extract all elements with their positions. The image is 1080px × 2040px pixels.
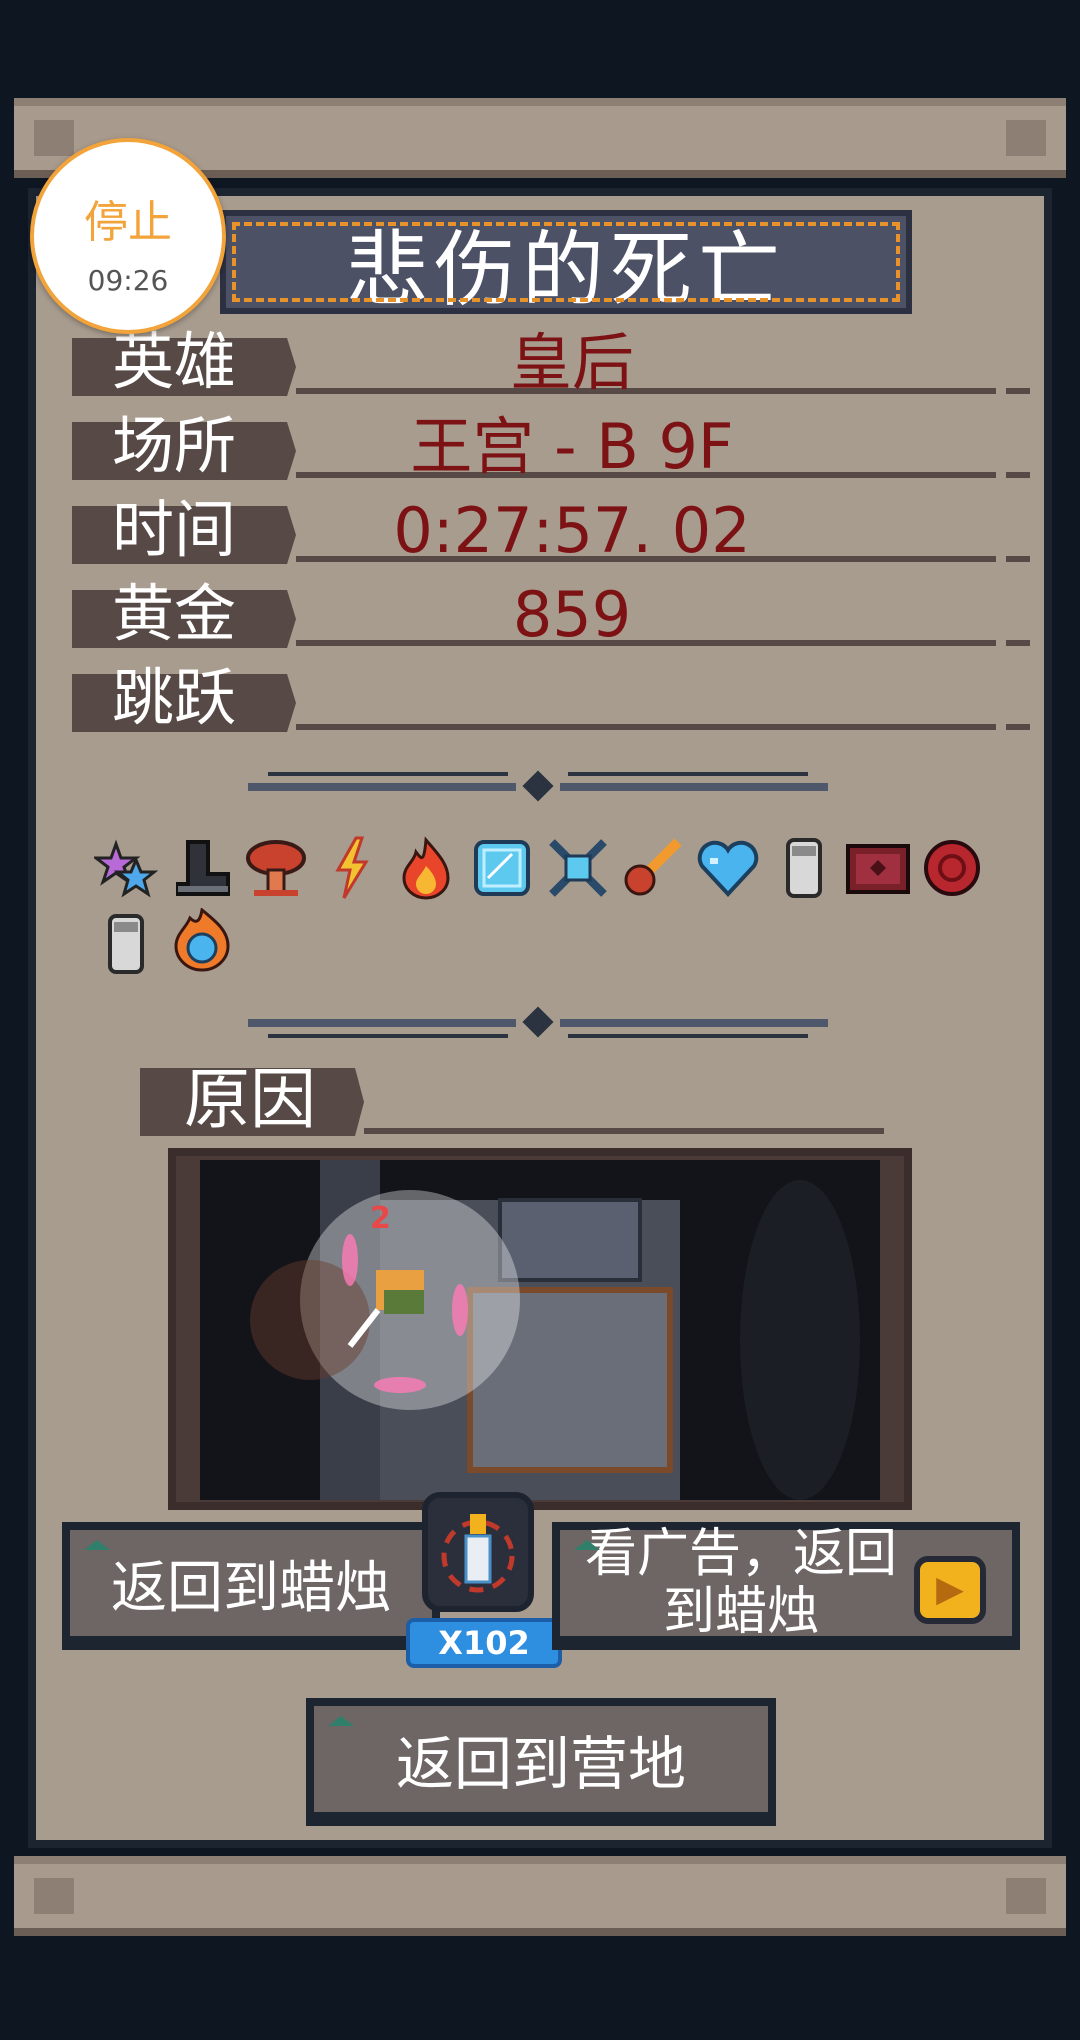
meteor-icon[interactable]	[620, 836, 684, 900]
video-ad-icon: ▶	[914, 1556, 986, 1624]
return-to-candle-label: 返回到蜡烛	[111, 1555, 391, 1621]
stat-row-jump: 跳跃	[72, 661, 1030, 734]
stat-value-hero: 皇后	[509, 326, 634, 399]
watch-ad-return-label: 看广告，返回到蜡烛	[584, 1524, 897, 1642]
stat-row-location: 场所 王宫 - B 9F	[72, 409, 1030, 483]
fire-ring-icon[interactable]	[170, 908, 234, 972]
stat-label-time: 时间	[112, 493, 237, 566]
candle-item-icon	[422, 1492, 534, 1612]
title-banner: 悲伤的死亡	[220, 210, 912, 318]
stat-label-hero: 英雄	[112, 325, 237, 398]
stat-label-location: 场所	[112, 409, 237, 482]
return-to-camp-button[interactable]: 返回到营地	[306, 1698, 776, 1826]
stat-row-hero: 英雄 皇后	[72, 325, 1030, 399]
stat-value-location: 王宫 - B 9F	[410, 410, 734, 483]
reason-label: 原因	[184, 1061, 316, 1138]
svg-text:2: 2	[370, 1201, 391, 1236]
boot-icon[interactable]	[170, 836, 234, 900]
return-to-candle-button[interactable]: 返回到蜡烛	[62, 1522, 440, 1650]
stat-row-gold: 黄金 859	[72, 577, 1030, 651]
mushroom-cloud-icon[interactable]	[244, 836, 308, 900]
stat-label-gold: 黄金	[112, 577, 237, 650]
fire-icon[interactable]	[394, 836, 458, 900]
return-to-camp-label: 返回到营地	[395, 1730, 686, 1798]
stat-value-gold: 859	[512, 578, 632, 651]
recorder-stop-button[interactable]: 停止	[34, 186, 222, 250]
milk-bottle-icon[interactable]	[772, 836, 836, 900]
stat-value-time: 0:27:57. 02	[393, 494, 751, 567]
stat-row-time: 时间 0:27:57. 02	[72, 493, 1030, 567]
scroll-bottom-edge	[14, 1856, 1066, 1936]
recorder-time: 09:26	[87, 264, 169, 297]
page-title: 悲伤的死亡	[345, 222, 786, 318]
candle-count-badge: X102	[406, 1618, 562, 1668]
stat-label-jump: 跳跃	[112, 661, 237, 734]
reason-underline	[364, 1128, 884, 1134]
divider-top	[248, 770, 828, 802]
lightning-icon[interactable]	[320, 836, 384, 900]
ice-cube-icon[interactable]	[470, 836, 534, 900]
crossed-crystal-icon[interactable]	[546, 836, 610, 900]
blue-heart-icon[interactable]	[696, 836, 760, 900]
watch-ad-return-button[interactable]: 看广告，返回到蜡烛 ▶	[552, 1522, 1020, 1650]
red-chest-icon[interactable]	[846, 836, 910, 900]
screen-recorder-widget[interactable]: 停止 09:26	[30, 138, 226, 334]
death-snapshot-image: 2	[200, 1160, 880, 1500]
divider-bottom	[248, 1006, 828, 1038]
milk-bottle-icon[interactable]	[94, 912, 158, 976]
red-orb-icon[interactable]	[920, 836, 984, 900]
star-sparkle-icon[interactable]	[94, 836, 158, 900]
